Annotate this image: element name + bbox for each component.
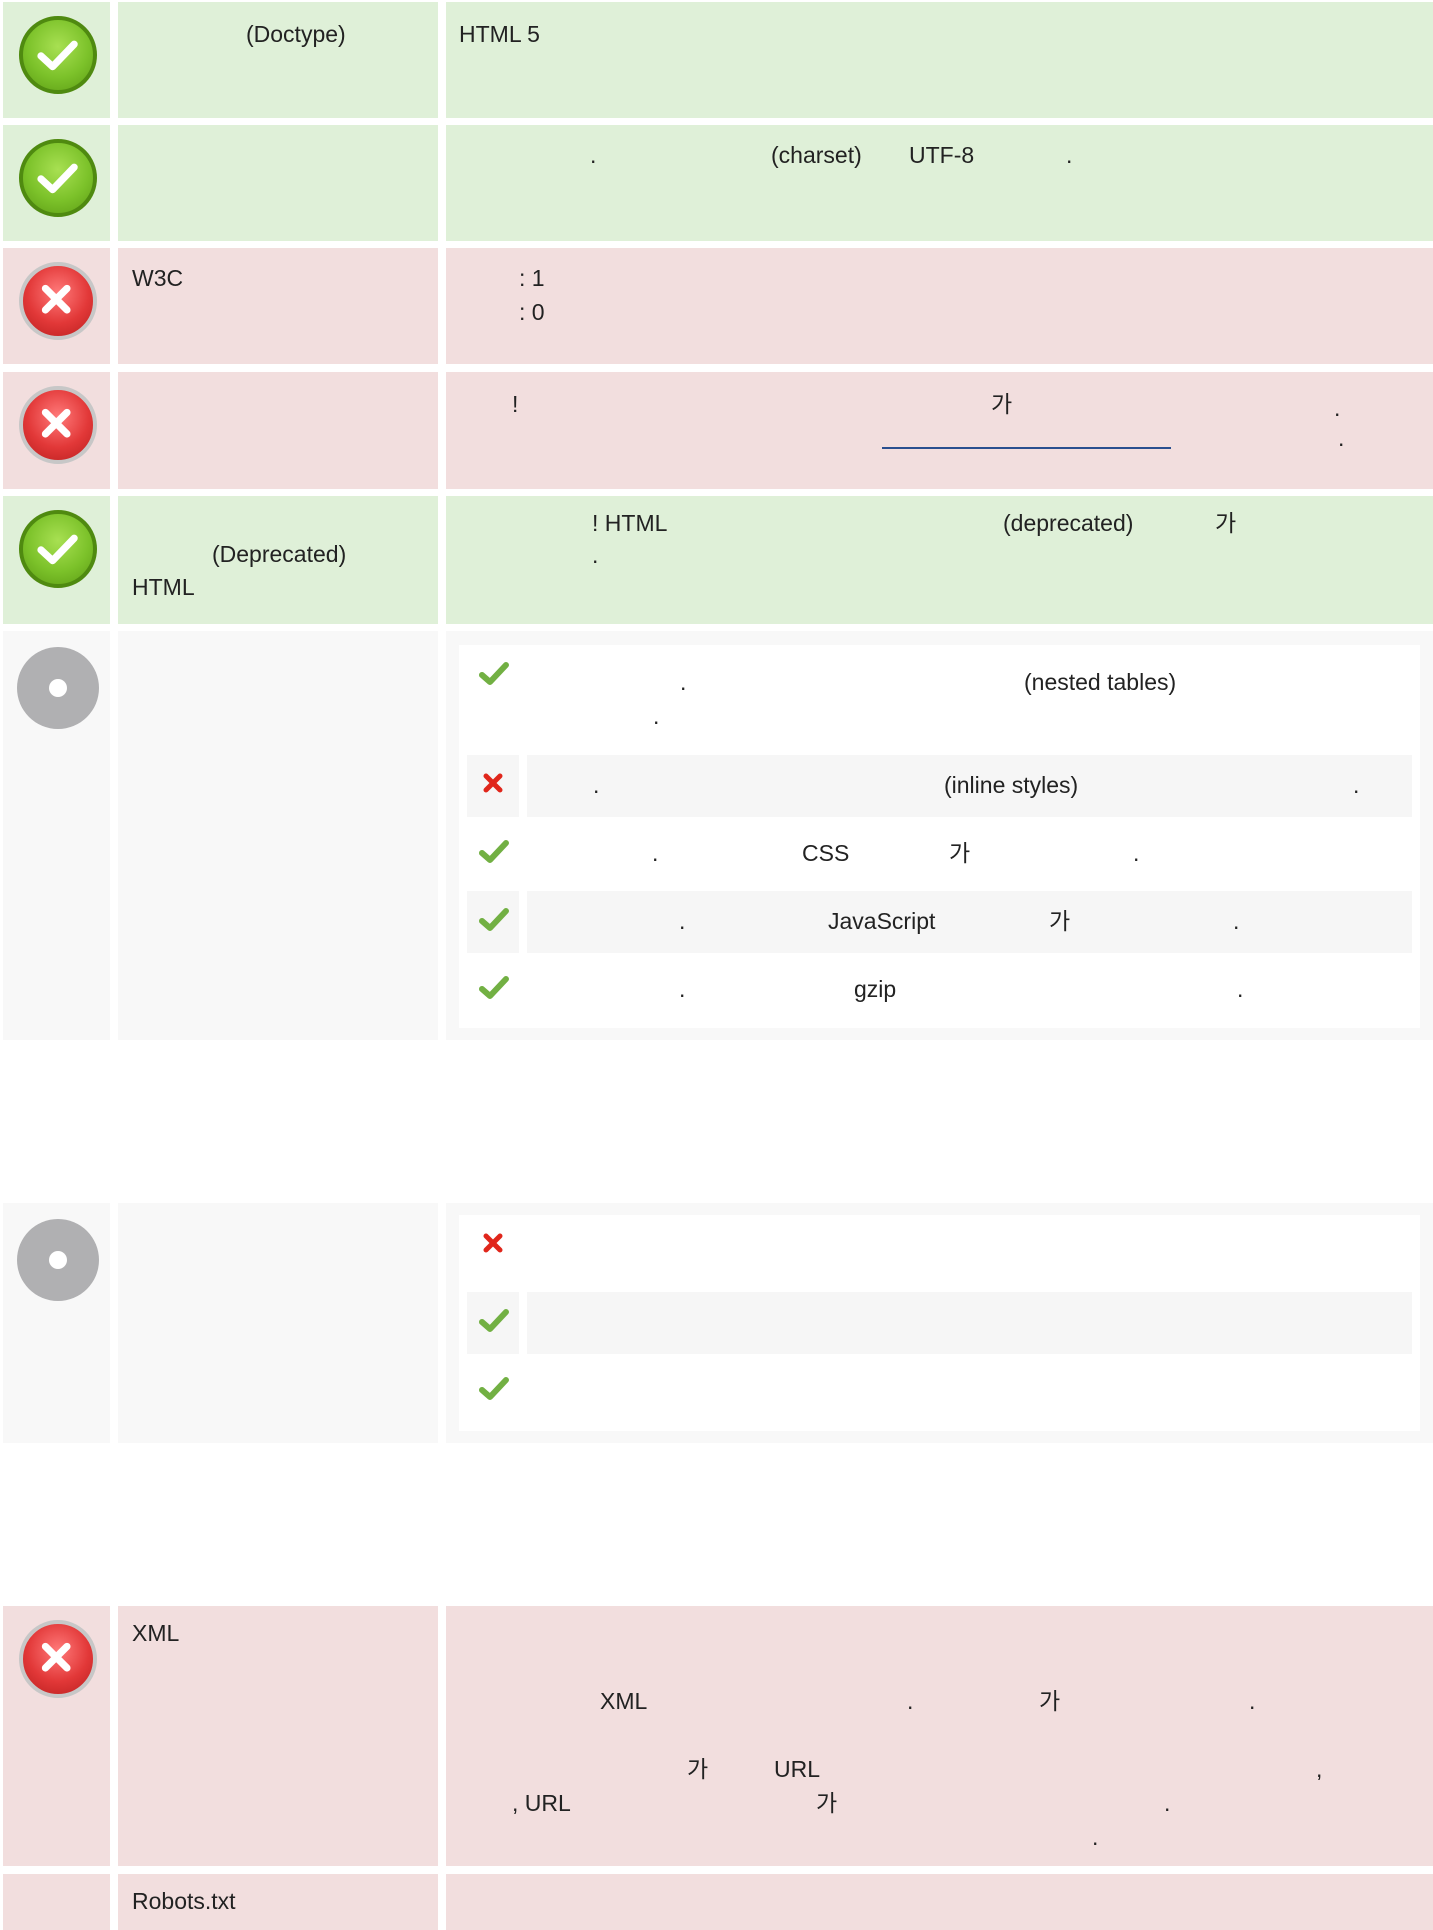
speed-tips-row: . (nested tables) . . (inline styles) . …	[0, 631, 1433, 1040]
check-description-cell: ! 가 . .	[446, 372, 1433, 489]
list-item	[459, 1215, 1420, 1277]
info-circle-icon	[17, 647, 99, 729]
doctype-value: HTML 5	[459, 21, 540, 47]
list-item	[459, 1292, 1420, 1354]
status-cell	[3, 1203, 110, 1443]
sitemap-label: XML	[132, 1620, 180, 1646]
check-description-cell	[446, 1874, 1433, 1930]
check-name-cell	[118, 372, 438, 489]
status-cell	[3, 1606, 110, 1866]
x-circle-icon	[19, 386, 97, 464]
check-name-cell: (Deprecated) HTML	[118, 496, 438, 624]
checkmark-icon	[467, 891, 519, 953]
deprecated-row: (Deprecated) HTML ! HTML (deprecated) 가 …	[0, 496, 1433, 624]
status-cell	[3, 372, 110, 489]
charset-label: (charset)	[771, 142, 862, 168]
w3c-warnings: : 0	[519, 299, 545, 325]
checkmark-icon	[467, 959, 519, 1021]
check-circle-icon	[19, 16, 97, 94]
check-circle-icon	[19, 139, 97, 217]
encoding-row: . (charset) UTF-8 .	[0, 125, 1433, 241]
robots-label: Robots.txt	[132, 1888, 236, 1914]
check-description-cell: ! HTML (deprecated) 가 .	[446, 496, 1433, 624]
check-name-cell: Robots.txt	[118, 1874, 438, 1930]
check-name-cell: W3C	[118, 248, 438, 364]
robots-row: Robots.txt	[0, 1874, 1433, 1930]
cross-icon	[467, 1215, 519, 1277]
check-circle-icon	[19, 510, 97, 588]
checkmark-icon	[467, 1360, 519, 1422]
check-name-cell: (Doctype)	[118, 2, 438, 118]
checkmark-icon	[467, 1292, 519, 1354]
w3c-row: W3C : 1 : 0	[0, 248, 1433, 364]
w3c-errors: : 1	[519, 265, 545, 291]
list-item: . JavaScript 가 .	[459, 891, 1420, 953]
check-description-cell: XML . 가 . 가 URL , , URL 가 . .	[446, 1606, 1433, 1866]
speed-tips-list: . (nested tables) . . (inline styles) . …	[459, 645, 1420, 1028]
check-description-cell: HTML 5	[446, 2, 1433, 118]
status-cell	[3, 2, 110, 118]
list-item: . CSS 가 .	[459, 823, 1420, 885]
info-circle-icon	[17, 1219, 99, 1301]
list-item: . (inline styles) .	[459, 755, 1420, 817]
w3c-label: W3C	[132, 265, 184, 291]
status-cell	[3, 125, 110, 241]
sitemap-row: XML XML . 가 . 가 URL , , URL 가 . .	[0, 1606, 1433, 1866]
status-cell	[3, 1874, 110, 1930]
status-cell	[3, 631, 110, 1040]
check-name-cell	[118, 125, 438, 241]
doctype-row: (Doctype) HTML 5	[0, 2, 1433, 118]
checkmark-icon	[467, 823, 519, 885]
check-name-cell: XML	[118, 1606, 438, 1866]
x-circle-icon	[19, 1620, 97, 1698]
analytics-list	[459, 1215, 1420, 1431]
check-name-cell	[118, 631, 438, 1040]
analytics-row	[0, 1203, 1433, 1443]
link-underline[interactable]	[882, 447, 1171, 449]
list-item	[459, 1360, 1420, 1422]
status-cell	[3, 496, 110, 624]
check-name-cell	[118, 1203, 438, 1443]
check-description-cell: : 1 : 0	[446, 248, 1433, 364]
cross-icon	[467, 755, 519, 817]
list-item: . (nested tables) .	[459, 645, 1420, 745]
checkmark-icon	[467, 645, 519, 745]
notice-row: ! 가 . .	[0, 372, 1433, 489]
status-cell	[3, 248, 110, 364]
charset-value: UTF-8	[909, 142, 975, 168]
list-item: . gzip .	[459, 959, 1420, 1021]
doctype-label: (Doctype)	[246, 21, 346, 47]
x-circle-icon	[19, 262, 97, 340]
check-description-cell: . (charset) UTF-8 .	[446, 125, 1433, 241]
